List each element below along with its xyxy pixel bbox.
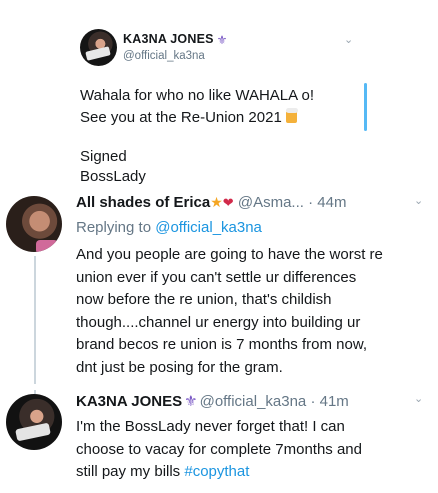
author-handle[interactable]: @official_ka3na [123, 50, 205, 62]
tweet-signature: Signed BossLady [80, 147, 146, 187]
tweet-header: KA3NA JONES ⚜ @official_ka3na · 41m [76, 392, 349, 410]
tweet-header: All shades of Erica★❤ @Asma... · 44m [76, 194, 346, 211]
heart-icon: ❤ [222, 195, 234, 210]
author-name-text[interactable]: KA3NA JONES [123, 32, 214, 46]
hashtag-link[interactable]: #copythat [184, 463, 249, 480]
tweet-line: choose to vacay for complete 7months and [76, 440, 362, 458]
avatar[interactable] [80, 29, 117, 66]
tweet-reply: KA3NA JONES ⚜ @official_ka3na · 41m ⌄ I'm … [0, 390, 438, 493]
tweet-top: KA3NA JONES ⚜ @official_ka3na ⌄ Wahala fo… [0, 0, 438, 190]
tweet-text: Wahala for who no like WAHALA o! See you… [80, 85, 360, 129]
mention-link[interactable]: @official_ka3na [155, 219, 262, 236]
author-name[interactable]: KA3NA JONES ⚜ [123, 32, 228, 47]
author-name[interactable]: KA3NA JONES [76, 393, 182, 410]
tweet-line: brand becos re union is 7 months from no… [76, 336, 367, 353]
chevron-down-icon[interactable]: ⌄ [414, 392, 423, 405]
star-icon: ★ [210, 194, 223, 210]
author-name[interactable]: All shades of Erica [76, 194, 210, 211]
tweet-line: I'm the BossLady never forget that! I ca… [76, 418, 345, 435]
tweet-text: And you people are going to have the wor… [76, 244, 432, 379]
quote-bar [364, 83, 367, 131]
tweet-line-text: See you at the Re-Union 2021 [80, 109, 282, 126]
tweet-line-with-emoji: See you at the Re-Union 2021 [80, 107, 360, 129]
replying-to: Replying to @official_ka3na [76, 219, 262, 236]
signature-line: Signed [80, 148, 127, 165]
fleur-de-lis-icon: ⚜ [184, 393, 198, 410]
author-handle[interactable]: @official_ka3na [200, 393, 307, 410]
tweet-line: dnt just be posing for the gram. [76, 358, 283, 376]
tweet-line: union ever if you can't settle ur differ… [76, 268, 357, 286]
replying-to-label: Replying to [76, 219, 156, 236]
signature-line: BossLady [80, 168, 146, 185]
tweet-time[interactable]: · 41m [310, 393, 348, 410]
tweet-line: And you people are going to have the wor… [76, 246, 383, 263]
chevron-down-icon[interactable]: ⌄ [414, 194, 423, 207]
tweet-text: I'm the BossLady never forget that! I ca… [76, 416, 432, 484]
tweet-line: now before the re union, that's childish [76, 291, 332, 308]
avatar[interactable] [6, 196, 62, 252]
tweet-line-text: still pay my bills [76, 463, 185, 480]
tweet-time[interactable]: · 44m [308, 194, 346, 211]
author-handle[interactable]: @Asma... [238, 194, 304, 211]
tweet-reply: All shades of Erica★❤ @Asma... · 44m ⌄ R… [0, 190, 438, 390]
tweet-line: Wahala for who no like WAHALA o! [80, 87, 314, 104]
fleur-de-lis-icon: ⚜ [216, 33, 228, 47]
avatar[interactable] [6, 394, 62, 450]
tweet-line-with-hashtag: still pay my bills #copythat [76, 461, 432, 484]
thread-line [34, 256, 36, 384]
beer-mug-icon [284, 107, 303, 124]
tweet-line: though....channel ur energy into buildin… [76, 313, 361, 331]
chevron-down-icon[interactable]: ⌄ [344, 33, 353, 46]
